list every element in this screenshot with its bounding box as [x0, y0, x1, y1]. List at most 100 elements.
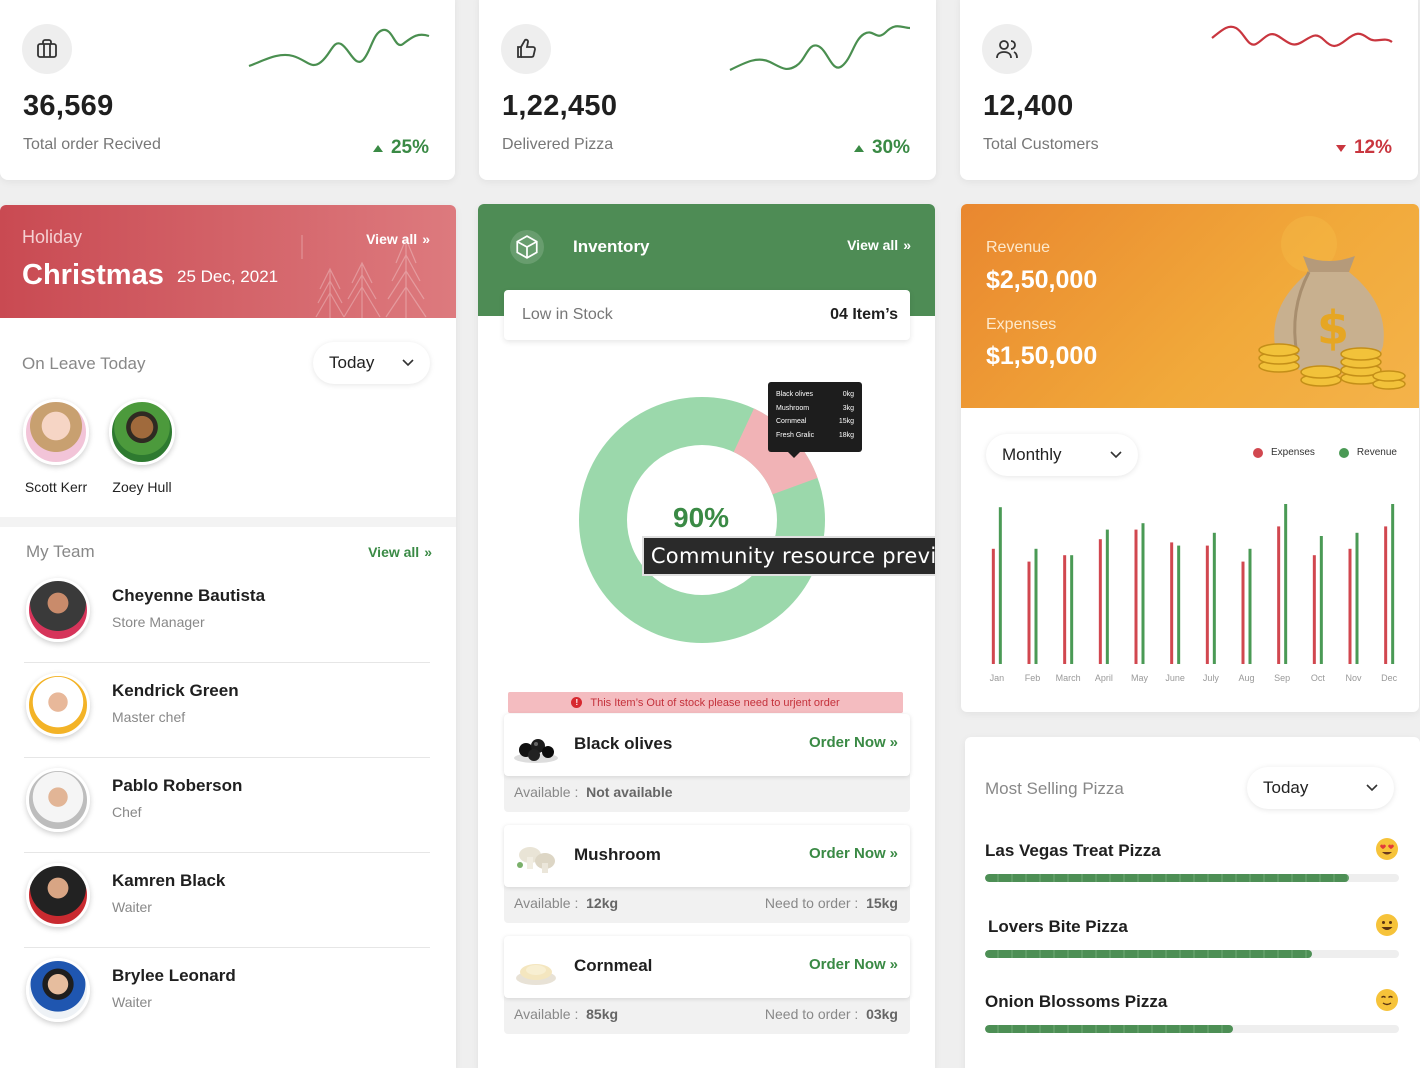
my-team-label: My Team	[26, 542, 95, 561]
stat-change: 25%	[372, 137, 429, 159]
chevrons-right-icon: »	[889, 734, 898, 751]
holiday-banner: Holiday Christmas 25 Dec, 2021 View all»	[0, 205, 456, 319]
money-bag-icon: $	[1258, 216, 1406, 390]
bar-expenses-april	[1098, 539, 1102, 664]
member-name: Kendrick Green	[112, 681, 239, 700]
x-tick-label: Dec	[1381, 673, 1398, 683]
team-member-row[interactable]: Kendrick Green Master chef	[24, 663, 430, 758]
sparkline-chart	[1211, 25, 1393, 48]
bar-expenses-nov	[1348, 548, 1352, 664]
inventory-item: Black olives Order Now» Available : Not …	[504, 714, 910, 812]
legend-dot-revenue	[1338, 447, 1349, 458]
section-divider	[0, 517, 456, 527]
team-view-all-link[interactable]: View all»	[368, 544, 432, 560]
chevron-down-icon	[402, 359, 414, 367]
svg-text:$: $	[1317, 301, 1349, 355]
sparkline-chart	[729, 25, 911, 71]
bar-expenses-jan	[991, 548, 995, 664]
order-now-link[interactable]: Order Now»	[809, 956, 898, 973]
bar-revenue-nov	[1355, 532, 1359, 664]
bar-revenue-dec	[1391, 504, 1395, 664]
legend-dot-expenses	[1253, 447, 1263, 458]
revenue-card: Revenue $2,50,000 Expenses $1,50,000 $ M…	[961, 204, 1419, 712]
item-availability: Available : Not available	[514, 784, 673, 800]
briefcase-icon	[22, 24, 72, 74]
revenue-value: $2,50,000	[986, 266, 1098, 294]
bar-expenses-may	[1134, 529, 1138, 664]
bar-revenue-march	[1070, 555, 1074, 664]
stock-tooltip: Black olives 0kg Mushroom 3kg Cornmeal 15kg…	[768, 382, 862, 458]
holiday-team-card: Holiday Christmas 25 Dec, 2021 View all»…	[0, 205, 456, 1068]
pizza-name: Lovers Bite Pizza	[988, 917, 1128, 936]
order-now-link[interactable]: Order Now»	[809, 734, 898, 751]
chevron-down-icon	[1366, 784, 1378, 792]
pizza-progress-track	[985, 1025, 1399, 1033]
team-member-row[interactable]: Kamren Black Waiter	[24, 853, 430, 948]
most-selling-period-select[interactable]: Today	[1247, 767, 1394, 809]
thumbs-up-icon	[501, 24, 551, 74]
leave-person[interactable]: Scott Kerr	[18, 399, 94, 495]
mushroom-image	[517, 847, 555, 873]
bar-expenses-oct	[1312, 555, 1316, 664]
x-tick-label: Sep	[1274, 673, 1290, 683]
item-name: Cornmeal	[574, 956, 653, 975]
revenue-period-select[interactable]: Monthly	[986, 434, 1138, 476]
stat-card-orders: 36,569 Total order Recived 25%	[0, 0, 455, 180]
item-need-to-order: Need to order : 15kg	[764, 895, 898, 911]
community-preview-badge: Community resource preview	[642, 536, 935, 576]
x-tick-label: July	[1203, 673, 1220, 683]
legend-expenses-label: Expenses	[1271, 447, 1315, 458]
order-now-link[interactable]: Order Now»	[809, 845, 898, 862]
bar-revenue-july	[1212, 532, 1216, 664]
trend-down-icon	[1335, 144, 1346, 152]
pizza-progress-track	[985, 874, 1399, 882]
x-tick-label: May	[1131, 673, 1149, 683]
holiday-title: Christmas	[22, 259, 164, 291]
chevrons-right-icon: »	[903, 237, 911, 253]
holiday-date: 25 Dec, 2021	[177, 267, 279, 286]
trend-up-icon	[853, 144, 864, 152]
team-member-row[interactable]: Cheyenne Bautista Store Manager	[24, 568, 430, 663]
chevron-down-icon	[1110, 451, 1122, 459]
bar-expenses-dec	[1384, 526, 1388, 664]
pizza-row: Onion Blossoms Pizza	[985, 989, 1399, 1033]
member-name: Kamren Black	[112, 871, 226, 890]
avatar	[26, 578, 90, 642]
trend-up-icon	[372, 144, 383, 152]
pizza-progress-fill	[985, 950, 1313, 958]
expenses-label: Expenses	[986, 316, 1057, 333]
black-olives-image	[514, 739, 558, 763]
pizza-progress-track	[985, 950, 1399, 958]
chart-legend: Expenses Revenue	[1253, 447, 1397, 458]
legend-revenue-label: Revenue	[1356, 447, 1397, 458]
team-member-row[interactable]: Brylee Leonard Waiter	[24, 948, 430, 1043]
leave-person[interactable]: Zoey Hull	[104, 399, 180, 495]
member-role: Store Manager	[112, 614, 205, 630]
stat-label: Delivered Pizza	[502, 136, 614, 153]
pizza-row: Lovers Bite Pizza	[985, 914, 1399, 958]
bar-revenue-may	[1141, 523, 1145, 664]
x-tick-label: Jan	[990, 673, 1005, 683]
chevrons-right-icon: »	[424, 544, 432, 560]
bar-expenses-july	[1205, 545, 1209, 664]
member-name: Cheyenne Bautista	[112, 586, 266, 605]
member-role: Waiter	[112, 994, 152, 1010]
avatar	[26, 768, 90, 832]
x-tick-label: Aug	[1238, 673, 1254, 683]
bar-expenses-feb	[1027, 561, 1031, 664]
member-role: Waiter	[112, 899, 152, 915]
inventory-item: Mushroom Order Now» Available : 12kg Nee…	[504, 825, 910, 923]
low-in-stock-bar[interactable]: Low in Stock 04 Item’s	[504, 290, 910, 340]
donut-percentage: 90%	[673, 502, 730, 533]
expenses-value: $1,50,000	[986, 342, 1098, 370]
inventory-view-all-link[interactable]: View all»	[847, 237, 911, 253]
item-availability: Available : 12kg	[514, 895, 619, 911]
member-name: Pablo Roberson	[112, 776, 243, 795]
pizza-row: Las Vegas Treat Pizza	[985, 838, 1399, 882]
leave-period-select[interactable]: Today	[313, 342, 430, 384]
inventory-card: Inventory View all» Low in Stock 04 Item…	[478, 204, 935, 1068]
users-icon	[982, 24, 1032, 74]
inventory-title: Inventory	[573, 237, 650, 256]
avatar	[109, 399, 175, 465]
team-member-row[interactable]: Pablo Roberson Chef	[24, 758, 430, 853]
